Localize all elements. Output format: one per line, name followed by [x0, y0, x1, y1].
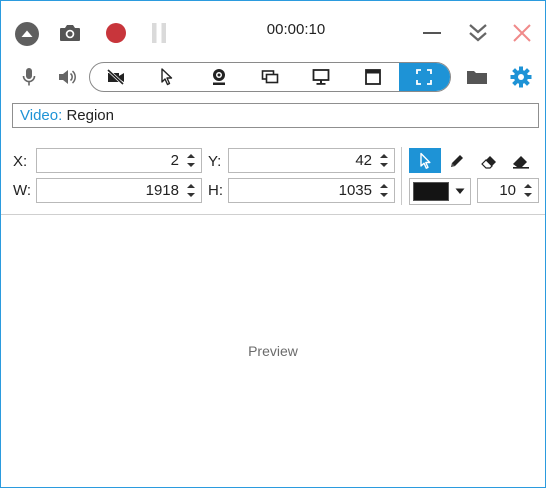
- no-video-icon[interactable]: [90, 63, 141, 91]
- eraser-icon[interactable]: [473, 148, 505, 173]
- spin-arrows-icon[interactable]: [379, 152, 389, 169]
- camera-icon[interactable]: [57, 21, 83, 45]
- spin-arrows-icon[interactable]: [186, 152, 196, 169]
- region-icon[interactable]: [398, 63, 450, 91]
- x-value: 2: [170, 152, 179, 169]
- preview-label: Preview: [248, 343, 298, 359]
- recorder-window: 00:00:10 Video: Region X: 2 Y: 42 W: 191…: [0, 0, 546, 488]
- webcam-icon[interactable]: [193, 63, 244, 91]
- w-value: 1918: [145, 182, 179, 199]
- h-label: H:: [208, 182, 223, 199]
- y-stepper[interactable]: 42: [228, 148, 395, 173]
- microphone-icon[interactable]: [19, 66, 39, 88]
- brush-size-value: 10: [499, 182, 516, 199]
- minimize-icon[interactable]: [419, 21, 445, 45]
- window-icon[interactable]: [347, 63, 398, 91]
- screen-icon[interactable]: [244, 63, 295, 91]
- video-mode-key: Video:: [20, 107, 63, 124]
- pencil-icon[interactable]: [441, 148, 473, 173]
- h-stepper[interactable]: 1035: [228, 178, 395, 203]
- title-bar: 00:00:10: [1, 1, 545, 47]
- video-mode-value: Region: [66, 107, 114, 124]
- close-icon[interactable]: [509, 20, 535, 46]
- y-label: Y:: [208, 153, 222, 170]
- x-label: X:: [13, 153, 28, 170]
- y-value: 42: [355, 152, 372, 169]
- w-stepper[interactable]: 1918: [36, 178, 202, 203]
- spin-arrows-icon[interactable]: [523, 182, 533, 199]
- toolbar: [1, 59, 545, 95]
- preview-area: Preview: [1, 215, 545, 487]
- chevrons-down-icon[interactable]: [465, 20, 491, 46]
- video-mode-field: Video: Region: [12, 103, 539, 128]
- clear-eraser-icon[interactable]: [505, 148, 537, 173]
- monitor-icon[interactable]: [296, 63, 347, 91]
- pause-icon[interactable]: [147, 21, 171, 45]
- collapse-icon[interactable]: [13, 20, 41, 48]
- speaker-icon[interactable]: [56, 66, 78, 88]
- brush-color-picker[interactable]: [409, 178, 471, 205]
- pointer-icon[interactable]: [409, 148, 441, 173]
- chevron-down-icon: [455, 188, 465, 194]
- spin-arrows-icon[interactable]: [186, 182, 196, 199]
- source-selector: [89, 62, 451, 92]
- divider: [401, 147, 402, 205]
- record-button[interactable]: [103, 20, 129, 46]
- recording-timer: 00:00:10: [266, 21, 326, 38]
- w-label: W:: [13, 182, 32, 199]
- color-swatch: [413, 182, 449, 201]
- folder-icon[interactable]: [465, 66, 489, 88]
- cursor-icon[interactable]: [141, 63, 192, 91]
- x-stepper[interactable]: 2: [36, 148, 202, 173]
- h-value: 1035: [338, 182, 372, 199]
- spin-arrows-icon[interactable]: [379, 182, 389, 199]
- brush-size-stepper[interactable]: 10: [477, 178, 539, 203]
- gear-icon[interactable]: [509, 65, 533, 89]
